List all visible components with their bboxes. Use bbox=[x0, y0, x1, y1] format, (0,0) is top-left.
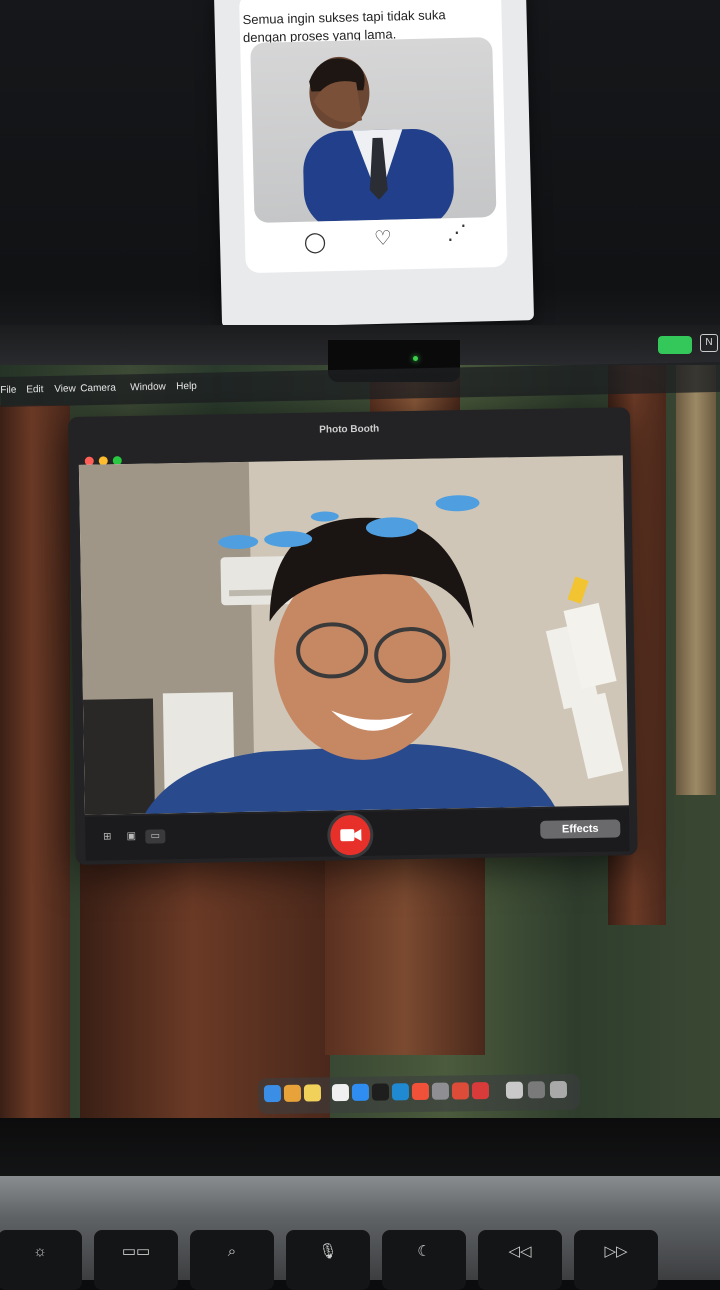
settings-icon[interactable] bbox=[431, 1082, 450, 1100]
terminal-icon[interactable] bbox=[371, 1083, 390, 1101]
menu-camera[interactable]: Camera bbox=[80, 383, 116, 395]
menu-help[interactable]: Help bbox=[176, 381, 197, 392]
swift-icon[interactable] bbox=[411, 1082, 430, 1101]
menu-edit[interactable]: Edit bbox=[26, 384, 43, 395]
chrome-icon[interactable] bbox=[451, 1082, 470, 1100]
video-camera-icon bbox=[340, 828, 362, 842]
camera-in-use-indicator[interactable] bbox=[658, 336, 692, 354]
dock bbox=[257, 1073, 581, 1115]
like-icon[interactable]: ♡ bbox=[368, 225, 399, 251]
grid-view-icon[interactable]: ⊞ bbox=[97, 830, 117, 844]
camera-preview bbox=[78, 455, 629, 815]
trash-icon[interactable] bbox=[549, 1080, 568, 1099]
laptop-bezel bbox=[0, 1118, 720, 1178]
do-not-disturb-key[interactable]: ☾ bbox=[382, 1230, 466, 1290]
reminder-icon[interactable] bbox=[471, 1082, 490, 1100]
play-pause-key[interactable]: ▷▷ bbox=[574, 1230, 658, 1290]
notion-icon[interactable] bbox=[331, 1083, 350, 1102]
menu-file[interactable]: File bbox=[0, 385, 16, 396]
post-illustration bbox=[250, 37, 497, 223]
finder-icon[interactable] bbox=[263, 1084, 282, 1103]
notes-icon[interactable] bbox=[303, 1084, 322, 1102]
record-button[interactable] bbox=[329, 814, 371, 856]
tree-trunk bbox=[325, 855, 485, 1055]
tree-trunk bbox=[0, 405, 70, 1125]
rewind-key[interactable]: ◁◁ bbox=[478, 1230, 562, 1290]
app-store-icon[interactable] bbox=[351, 1083, 370, 1101]
tree-trunk bbox=[676, 365, 716, 795]
single-photo-icon[interactable]: ▣ bbox=[121, 830, 141, 844]
mission-control-key[interactable]: ▭▭ bbox=[94, 1230, 178, 1290]
menu-window[interactable]: Window bbox=[130, 382, 166, 394]
notion-menu-icon[interactable]: N bbox=[700, 334, 718, 352]
launchpad-icon[interactable] bbox=[283, 1084, 302, 1102]
downloads-icon[interactable] bbox=[527, 1081, 546, 1099]
phone-screen: Semua ingin sukses tapi tidak suka denga… bbox=[213, 0, 535, 328]
photo-booth-toolbar: ⊞ ▣ ▭ Effects bbox=[84, 807, 630, 861]
effects-button[interactable]: Effects bbox=[540, 819, 621, 839]
video-mode-icon[interactable]: ▭ bbox=[145, 829, 166, 844]
photo-booth-window: Photo Booth ⊞ ▣ ▭ Effects bbox=[68, 407, 638, 865]
search-key[interactable]: ⌕ bbox=[190, 1230, 274, 1290]
vscode-icon[interactable] bbox=[391, 1083, 410, 1101]
brightness-key[interactable]: ☼ bbox=[0, 1230, 82, 1290]
comment-icon[interactable]: ◯ bbox=[300, 229, 331, 255]
dictation-key[interactable]: 🎙 bbox=[286, 1230, 370, 1290]
share-icon[interactable]: ⋰ bbox=[442, 220, 473, 246]
camera-indicator-light bbox=[413, 356, 418, 361]
preview-icon[interactable] bbox=[505, 1081, 524, 1099]
menu-view[interactable]: View bbox=[54, 383, 76, 394]
